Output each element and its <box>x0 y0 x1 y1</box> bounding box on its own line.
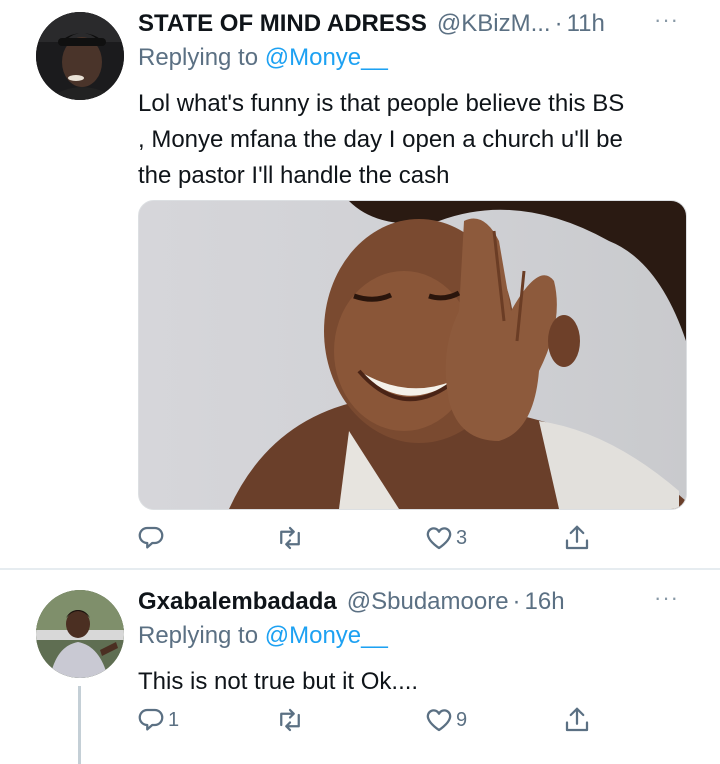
reply-button[interactable] <box>136 518 168 558</box>
retweet-button[interactable] <box>275 700 307 740</box>
author-handle[interactable]: @Sbudamoore <box>347 588 509 616</box>
replying-to-user[interactable]: @Monye__ <box>265 622 388 649</box>
tweet-text-line: This is not true but it Ok.... <box>138 668 419 695</box>
avatar[interactable] <box>36 12 124 100</box>
like-icon <box>426 709 452 732</box>
replying-prefix: Replying to <box>138 44 259 71</box>
share-button[interactable] <box>562 700 592 740</box>
timestamp[interactable]: 16h <box>525 588 565 616</box>
tweet-text-line: Lol what's funny is that people believe … <box>138 90 625 117</box>
like-icon <box>426 527 452 550</box>
tweet-text-line: the pastor I'll handle the cash <box>138 162 450 189</box>
more-icon[interactable]: ··· <box>654 9 679 31</box>
share-icon <box>565 707 589 732</box>
like-count: 3 <box>456 526 468 549</box>
reply-count: 1 <box>168 708 180 731</box>
like-button[interactable]: 9 <box>424 700 467 740</box>
avatar[interactable] <box>36 590 124 678</box>
replying-to: Replying to @Monye__ <box>138 622 388 650</box>
tweet-header: Gxabalembadada @Sbudamoore · 16h <box>138 584 565 620</box>
timestamp[interactable]: 11h <box>567 10 605 38</box>
like-count: 9 <box>456 708 468 731</box>
share-icon <box>565 525 589 550</box>
tweet[interactable]: STATE OF MIND ADRESS @KBizM... · 11h ···… <box>0 0 720 568</box>
author-name[interactable]: STATE OF MIND ADRESS <box>138 10 427 38</box>
reply-button[interactable]: 1 <box>136 700 179 740</box>
tweet-text-line: , Monye mfana the day I open a church u'… <box>138 126 623 153</box>
replying-prefix: Replying to <box>138 622 259 649</box>
author-name[interactable]: Gxabalembadada <box>138 588 337 616</box>
thread-line <box>78 686 81 764</box>
retweet-icon <box>280 708 300 732</box>
replying-to-user[interactable]: @Monye__ <box>265 44 388 71</box>
retweet-button[interactable] <box>275 518 307 558</box>
tweet-actions: 1 9 <box>138 700 598 740</box>
tweet-text: This is not true but it Ok.... <box>138 664 698 700</box>
more-icon[interactable]: ··· <box>654 587 679 609</box>
tweet-actions: 3 <box>138 518 598 558</box>
replying-to: Replying to @Monye__ <box>138 44 388 72</box>
author-handle[interactable]: @KBizM... <box>437 10 551 38</box>
retweet-icon <box>280 526 300 550</box>
reply-icon <box>138 708 164 731</box>
separator: · <box>554 10 563 37</box>
tweet-image[interactable] <box>138 200 687 510</box>
like-button[interactable]: 3 <box>424 518 467 558</box>
tweet-text: Lol what's funny is that people believe … <box>138 86 698 194</box>
tweet-header: STATE OF MIND ADRESS @KBizM... · 11h <box>138 6 605 42</box>
share-button[interactable] <box>562 518 592 558</box>
separator: · <box>512 588 521 615</box>
reply-icon <box>138 526 164 549</box>
